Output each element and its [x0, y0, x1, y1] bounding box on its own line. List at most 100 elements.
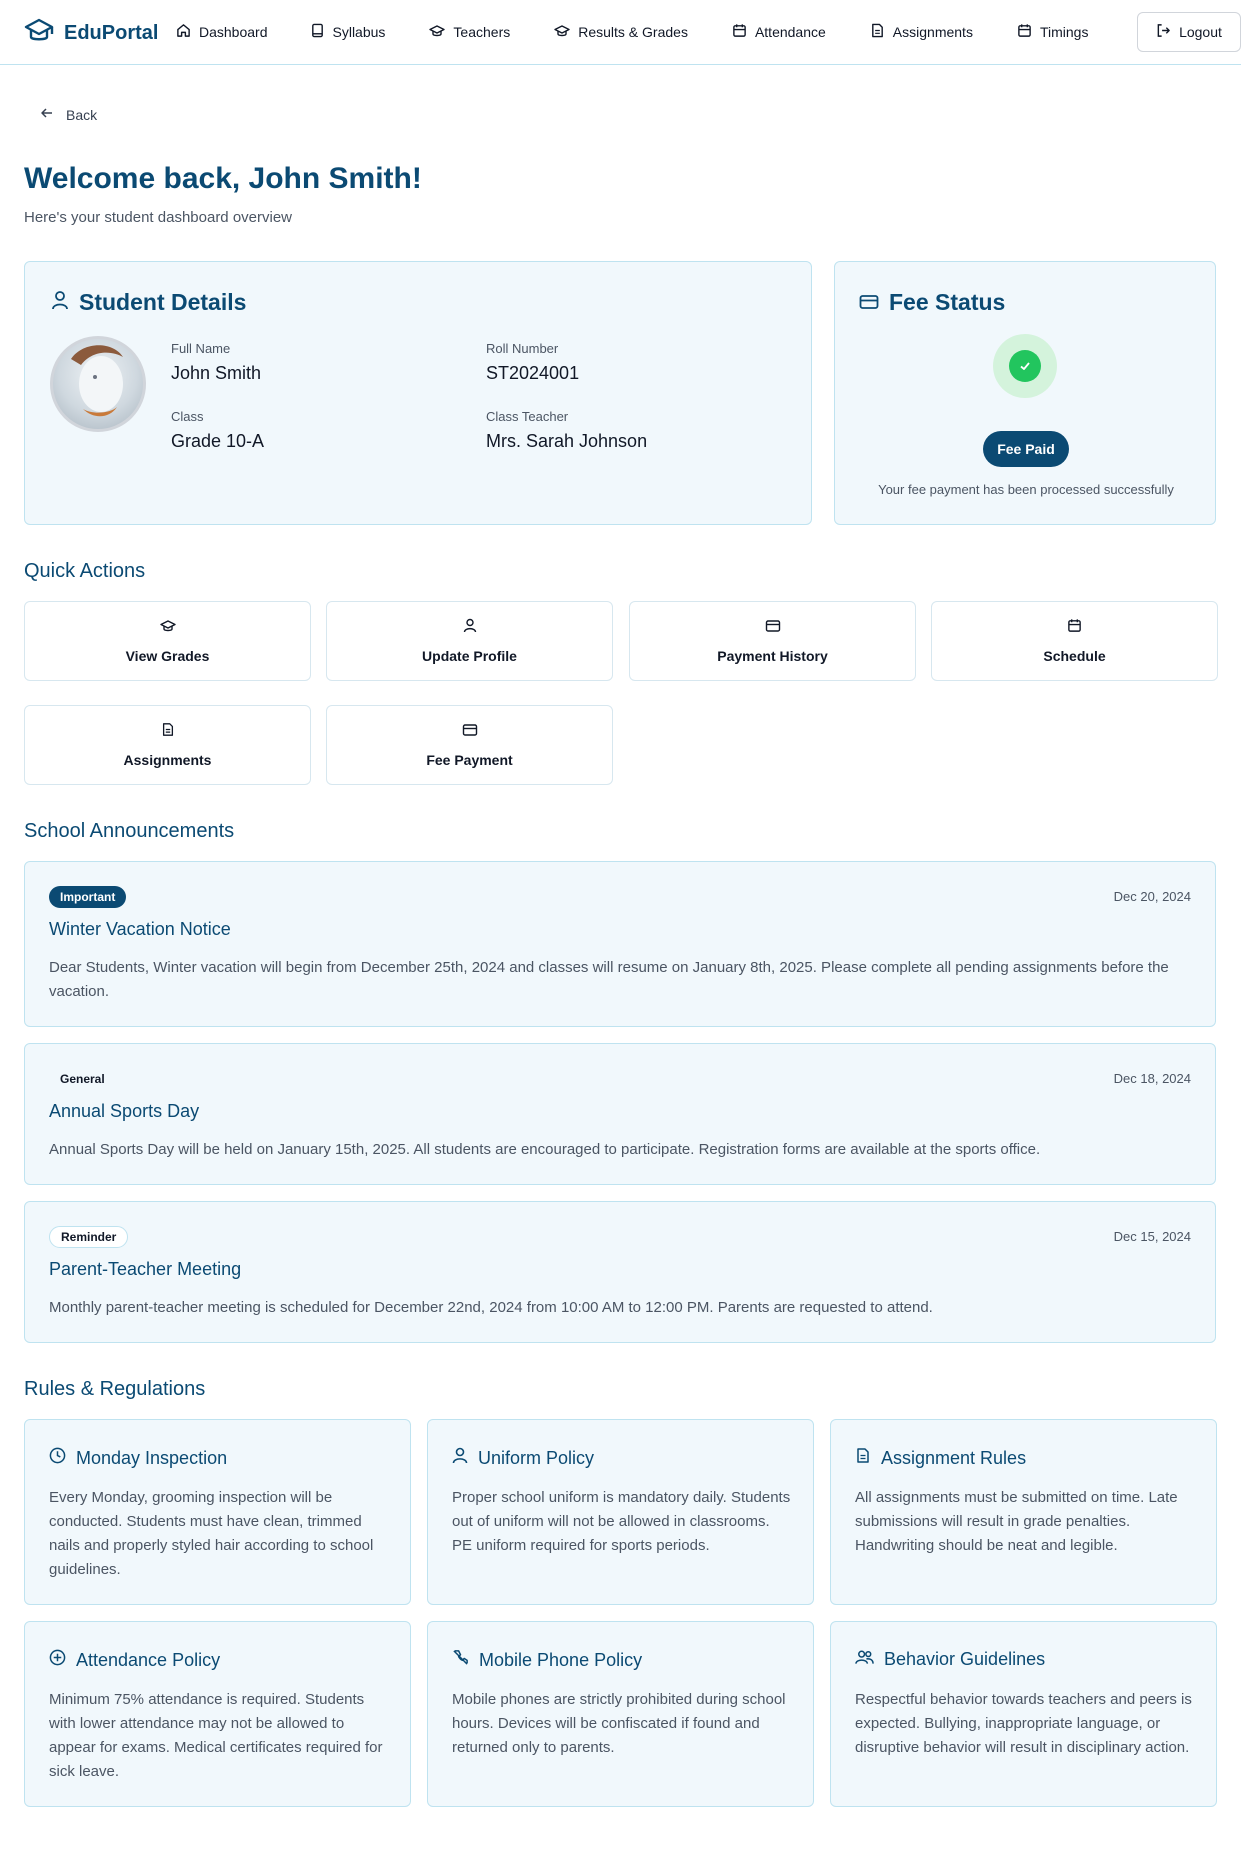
schedule-button[interactable]: Schedule: [931, 601, 1218, 681]
back-button[interactable]: Back: [40, 106, 97, 123]
qa-label: Update Profile: [422, 648, 517, 664]
user-icon: [51, 289, 69, 316]
reminder-badge: Reminder: [49, 1226, 129, 1248]
class-teacher-value: Mrs. Sarah Johnson: [486, 431, 648, 451]
back-label: Back: [66, 106, 98, 123]
graduation-cap-icon: [159, 619, 176, 638]
nav-syllabus[interactable]: Syllabus: [310, 20, 385, 44]
arrow-left-icon: [40, 106, 54, 123]
qa-label: View Grades: [125, 647, 210, 664]
nav-teachers[interactable]: Teachers: [429, 20, 510, 44]
important-badge: Important: [49, 886, 127, 908]
qa-label: Payment History: [717, 647, 828, 664]
update-profile-button[interactable]: Update Profile: [326, 601, 613, 681]
announcement-title: Parent-Teacher Meeting: [49, 1259, 242, 1279]
announcement-card: Reminder Dec 15, 2024 Parent-Teacher Mee…: [24, 1201, 1216, 1343]
user-icon: [463, 618, 477, 638]
nav-timings[interactable]: Timings: [1017, 20, 1089, 44]
rule-body: Proper school uniform is mandatory daily…: [452, 1489, 791, 1554]
announcement-card: General Dec 18, 2024 Annual Sports Day A…: [24, 1043, 1216, 1185]
home-icon: [176, 23, 191, 41]
view-grades-button[interactable]: View Grades: [24, 601, 311, 681]
fee-status-title: Fee Status: [889, 289, 1006, 315]
rule-card: Monday Inspection Every Monday, grooming…: [24, 1419, 411, 1605]
nav-label: Results & Grades: [578, 24, 688, 40]
rule-title: Monday Inspection: [76, 1447, 228, 1468]
page-subtitle: Here's your student dashboard overview: [24, 209, 293, 226]
page-title: Welcome back, John Smith!: [24, 162, 422, 195]
rule-heading: Mobile Phone Policy: [452, 1649, 642, 1671]
rule-body: Mobile phones are strictly prohibited du…: [452, 1691, 786, 1756]
file-icon: [870, 23, 885, 41]
rules-title: Rules & Regulations: [24, 1378, 206, 1400]
announcement-card: Important Dec 20, 2024 Winter Vacation N…: [24, 861, 1216, 1027]
roll-number-label: Roll Number: [486, 341, 559, 356]
rule-heading: Monday Inspection: [49, 1447, 227, 1469]
announcement-title: Winter Vacation Notice: [49, 919, 231, 939]
fee-status-message: Your fee payment has been processed succ…: [878, 482, 1174, 497]
brand[interactable]: EduPortal: [24, 18, 158, 49]
credit-card-icon: [859, 289, 879, 316]
graduation-cap-icon: [554, 24, 570, 41]
fee-status-card: Fee Status Fee Paid Your fee payment has…: [834, 261, 1216, 525]
nav-attendance[interactable]: Attendance: [732, 20, 826, 44]
credit-card-icon: [765, 619, 781, 638]
book-icon: [310, 23, 325, 41]
qa-label: Assignments: [123, 752, 212, 768]
payment-history-button[interactable]: Payment History: [629, 601, 916, 681]
credit-card-icon: [462, 723, 478, 742]
rule-body: Minimum 75% attendance is required. Stud…: [49, 1691, 383, 1780]
student-details-title: Student Details: [79, 289, 247, 315]
fee-paid-badge: Fee Paid: [983, 431, 1069, 467]
brand-name: EduPortal: [64, 22, 159, 44]
rule-title: Behavior Guidelines: [884, 1649, 1046, 1669]
fee-payment-button[interactable]: Fee Payment: [326, 705, 613, 785]
announcement-body: Monthly parent-teacher meeting is schedu…: [49, 1299, 933, 1316]
user-icon: [452, 1447, 468, 1469]
quick-actions-title: Quick Actions: [24, 560, 146, 582]
check-icon: [1009, 350, 1041, 382]
avatar: [50, 336, 146, 432]
graduation-cap-icon: [24, 18, 54, 49]
general-badge: General: [49, 1068, 116, 1090]
assignments-button[interactable]: Assignments: [24, 705, 311, 785]
announcement-date: Dec 15, 2024: [1113, 1229, 1191, 1244]
rule-heading: Attendance Policy: [49, 1649, 220, 1671]
announcements-title: School Announcements: [24, 820, 235, 842]
announcement-date: Dec 20, 2024: [1113, 889, 1191, 904]
rule-card: Uniform Policy Proper school uniform is …: [427, 1419, 814, 1605]
rule-title: Assignment Rules: [881, 1447, 1027, 1468]
nav-dashboard[interactable]: Dashboard: [176, 20, 268, 44]
file-icon: [855, 1447, 871, 1469]
roll-number-value: ST2024001: [486, 363, 580, 383]
logout-button[interactable]: Logout: [1137, 12, 1241, 52]
rule-body: All assignments must be submitted on tim…: [855, 1489, 1178, 1554]
calendar-icon: [1017, 23, 1032, 41]
announcement-date: Dec 18, 2024: [1113, 1071, 1191, 1086]
rule-heading: Uniform Policy: [452, 1447, 594, 1469]
announcement-title: Annual Sports Day: [49, 1101, 200, 1121]
nav-label: Timings: [1039, 24, 1089, 40]
nav-label: Assignments: [892, 24, 973, 40]
logout-icon: [1156, 23, 1171, 41]
graduation-cap-icon: [429, 24, 446, 41]
nav-label: Teachers: [453, 24, 511, 40]
class-teacher-label: Class Teacher: [486, 409, 569, 424]
rule-body: Every Monday, grooming inspection will b…: [49, 1489, 374, 1578]
full-name-label: Full Name: [171, 341, 231, 356]
rule-body: Respectful behavior towards teachers and…: [855, 1691, 1192, 1756]
full-name-value: John Smith: [171, 363, 262, 383]
rule-card: Assignment Rules All assignments must be…: [830, 1419, 1217, 1605]
rule-heading: Assignment Rules: [855, 1447, 1026, 1469]
rule-card: Behavior Guidelines Respectful behavior …: [830, 1621, 1217, 1807]
plus-circle-icon: [49, 1649, 66, 1671]
rule-title: Mobile Phone Policy: [479, 1649, 643, 1670]
calendar-icon: [1067, 618, 1082, 638]
nav-assignments[interactable]: Assignments: [870, 20, 973, 44]
nav-results[interactable]: Results & Grades: [554, 20, 688, 44]
clock-icon: [49, 1447, 66, 1469]
file-icon: [161, 722, 175, 742]
logout-label: Logout: [1179, 24, 1222, 40]
class-label: Class: [171, 409, 204, 424]
rule-card: Attendance Policy Minimum 75% attendance…: [24, 1621, 411, 1807]
